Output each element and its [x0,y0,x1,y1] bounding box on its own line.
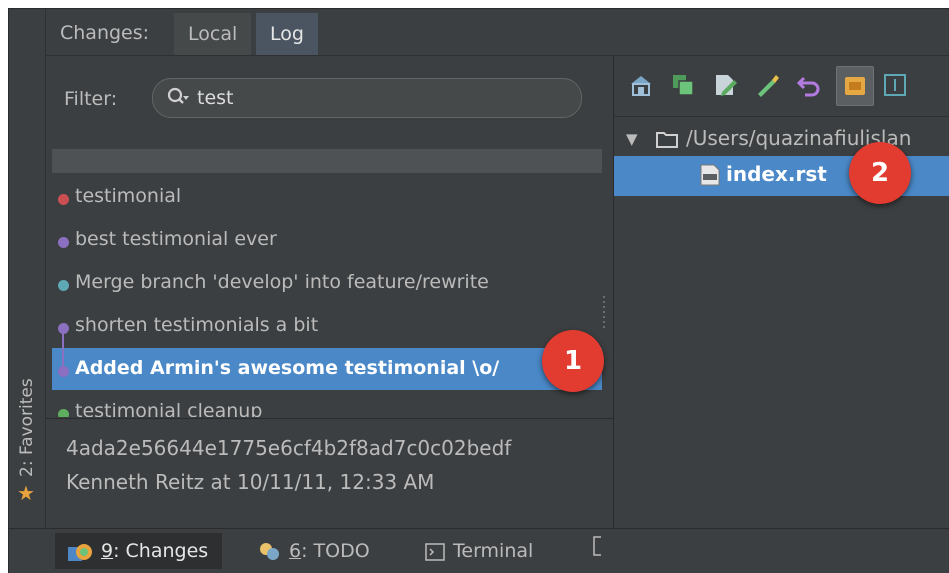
revert-icon[interactable] [796,72,822,98]
expand-all-icon[interactable] [882,72,908,98]
commit-hash: 4ada2e56644e1775e6cf4b2f8ad7c0c02bedf [66,436,512,460]
todo-mnemonic: 6 [289,540,302,562]
commit-row[interactable]: Merge branch 'develop' into feature/rewr… [52,262,602,304]
commit-row[interactable]: testimonial cleanup [52,391,602,417]
todo-tool-button[interactable]: 6: TODO [257,533,370,569]
favorites-stripe: 2: Favorites ★ [9,9,46,528]
vcs-changes-icon [68,543,92,561]
changes-label: : Changes [113,540,209,562]
log-column-header [52,149,602,173]
toggle-button[interactable] [836,66,874,106]
tab-log[interactable]: Log [256,13,318,55]
group-by-folder-icon [845,77,865,95]
search-icon[interactable] [167,87,189,109]
changed-files-panel: ▼ /Users/quazinafiulislan index.rst [614,56,949,528]
terminal-tool-button[interactable]: Terminal [425,533,533,569]
changes-toolbar [614,56,949,117]
commit-message: Merge branch 'develop' into feature/rewr… [75,271,489,293]
more-tools-icon[interactable] [591,533,603,569]
commit-message: shorten testimonials a bit [75,314,319,336]
filter-label: Filter: [64,88,118,110]
commit-dot [58,280,69,291]
favorites-tool-button[interactable]: 2: Favorites [15,349,37,479]
commit-dot [58,237,69,248]
log-panel: Filter: test testimonial best testimonia… [46,56,614,528]
tab-local[interactable]: Local [174,13,252,55]
rst-file-icon [700,164,720,186]
commit-row[interactable]: best testimonial ever [52,219,602,261]
edit-source-icon[interactable] [712,72,738,98]
changes-tool-button[interactable]: 9: Changes [55,533,223,569]
show-repository-icon[interactable] [628,72,654,98]
folder-icon [656,132,678,148]
callout-badge-2: 2 [849,142,911,204]
favorites-label: 2: Favorites [17,378,37,477]
commit-dot [58,409,69,417]
commit-message: testimonial cleanup [75,400,263,417]
todo-icon [260,542,279,560]
terminal-label: Terminal [453,540,534,562]
commit-dot [58,194,69,205]
changes-mnemonic: 9 [101,540,114,562]
search-input[interactable]: test [197,87,234,109]
tool-window-bar: 9: Changes 6: TODO Terminal [9,528,949,573]
splitter-handle[interactable] [602,296,608,332]
file-name: index.rst [726,162,827,186]
star-icon: ★ [17,481,35,505]
cut-off-icon [593,536,601,556]
compare-icon[interactable] [670,72,696,98]
commit-row-selected[interactable]: Added Armin's awesome testimonial \o/ [52,348,602,390]
commit-row[interactable]: testimonial [52,176,602,218]
commit-message: Added Armin's awesome testimonial \o/ [75,357,500,379]
changes-tab-bar: Changes: Local Log [46,9,949,56]
terminal-icon [425,542,445,561]
commit-graph-line [62,332,64,372]
callout-badge-1: 1 [542,330,604,392]
filter-search-field[interactable]: test [152,78,582,118]
ide-window: 2: Favorites ★ Changes: Local Log Filter… [8,8,949,573]
commit-message: testimonial [75,185,182,207]
commit-author-date: Kenneth Reitz at 10/11/11, 12:33 AM [66,470,435,494]
commit-row[interactable]: shorten testimonials a bit [52,305,602,347]
changes-panel-title: Changes: [60,22,150,44]
details-divider [46,418,613,419]
todo-label: : TODO [301,540,370,562]
expand-arrow-icon[interactable]: ▼ [626,130,638,148]
commit-message: best testimonial ever [75,228,277,250]
highlight-changes-icon[interactable] [754,72,780,98]
